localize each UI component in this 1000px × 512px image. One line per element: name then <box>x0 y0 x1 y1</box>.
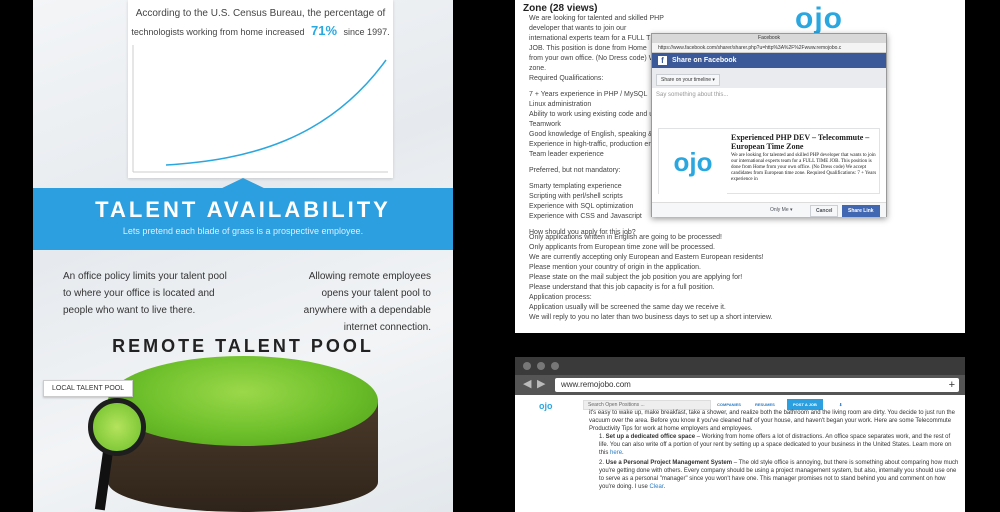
download-icon[interactable]: ⬇ <box>839 402 842 407</box>
job-text-line: Please understand that this job capacity… <box>529 284 715 291</box>
minimize-dot-icon[interactable] <box>537 362 545 370</box>
privacy-select[interactable]: Only Me ▾ <box>770 207 793 213</box>
job-text-line: Teamwork <box>529 121 561 128</box>
remote-policy-text: Allowing remote employees opens your tal… <box>303 271 431 333</box>
list-heading: Use a Personal Project Management System <box>605 460 733 466</box>
job-text-line: from your own office. (No Dress code) We <box>529 55 660 62</box>
list-link[interactable]: here <box>610 450 622 456</box>
fb-body: Say something about this... ojo Experien… <box>652 88 886 202</box>
job-description-bottom: Only applications written in English are… <box>529 233 949 323</box>
list-link[interactable]: Clear <box>650 484 664 490</box>
job-text-line: We are currently accepting only European… <box>529 254 764 261</box>
plus-icon[interactable]: + <box>949 378 955 392</box>
link-preview[interactable]: ojo Experienced PHP DEV – Telecommute – … <box>658 128 880 195</box>
message-input[interactable]: Say something about this... <box>656 92 728 98</box>
job-text-line: Preferred, but not mandatory: <box>529 167 621 174</box>
fb-footer: Only Me ▾ Cancel Share Link <box>652 202 886 217</box>
list-heading: Set up a dedicated office space <box>605 434 696 440</box>
job-title: Zone (28 views) <box>523 3 598 14</box>
job-text-line: zone. <box>529 65 547 72</box>
list-tail: . <box>663 484 666 490</box>
census-chart-card: According to the U.S. Census Bureau, the… <box>128 0 393 178</box>
list-number: 1. <box>599 434 606 440</box>
job-text-line: 7 + Years experience in PHP / MySQL <box>529 91 648 98</box>
browser-window: ◀ ▶ www.remojobo.com + ojo Search Open P… <box>515 357 965 512</box>
dialog-url[interactable]: https://www.facebook.com/sharer/sharer.p… <box>652 43 886 53</box>
magnifier-icon <box>88 398 146 456</box>
list-number: 2. <box>599 460 606 466</box>
article-intro: it's easy to wake up, make breakfast, ta… <box>589 410 955 432</box>
facebook-icon: f <box>658 56 667 65</box>
preview-description: We are looking for talented and skilled … <box>731 153 877 182</box>
job-text-line: We are looking for talented and skilled … <box>529 15 664 32</box>
job-text-line: Please mention your country of origin in… <box>529 264 701 271</box>
job-text-line: Ability to work using existing code and … <box>529 111 658 118</box>
banner-title: TALENT AVAILABILITY <box>95 197 391 222</box>
job-text-line: Experience in high-traffic, production e… <box>529 141 658 148</box>
timeline-select[interactable]: Share on your timeline ▾ <box>656 74 720 86</box>
job-description-top: We are looking for talented and skilled … <box>529 14 665 238</box>
list-item: 1. Set up a dedicated office space – Wor… <box>599 433 959 457</box>
list-item: 2. Use a Personal Project Management Sys… <box>599 459 959 491</box>
growth-curve <box>132 45 388 173</box>
job-text-line: Application usually will be screened the… <box>529 304 726 311</box>
job-text-line: Required Qualifications: <box>529 75 604 82</box>
browser-titlebar <box>515 357 965 375</box>
close-dot-icon[interactable] <box>523 362 531 370</box>
website-content: ojo Search Open Positions ... COMPANIES … <box>515 395 965 512</box>
infographic-panel: According to the U.S. Census Bureau, the… <box>33 0 453 512</box>
job-text-line: Please state on the mail subject the job… <box>529 274 743 281</box>
job-text-line: Good knowledge of English, speaking & <box>529 131 653 138</box>
list-tail: . <box>622 450 624 456</box>
job-text-line: Only applications written in English are… <box>529 234 722 241</box>
dialog-titlebar: Facebook <box>652 34 886 43</box>
maximize-dot-icon[interactable] <box>551 362 559 370</box>
grass-illustration <box>108 356 378 446</box>
forward-arrow-icon[interactable]: ▶ <box>537 377 545 390</box>
browser-toolbar: ◀ ▶ www.remojobo.com + <box>515 375 965 395</box>
job-page-window: Zone (28 views) ojo We are looking for t… <box>515 0 965 333</box>
office-policy-text: An office policy limits your talent pool… <box>63 271 227 316</box>
job-text-line: Only applicants from European time zone … <box>529 244 715 251</box>
preview-thumbnail: ojo <box>659 129 727 195</box>
ojo-logo: ojo <box>795 2 843 35</box>
fb-header: f Share on Facebook <box>652 53 886 68</box>
facebook-share-dialog: Facebook https://www.facebook.com/sharer… <box>651 33 887 217</box>
local-pool-label: LOCAL TALENT POOL <box>43 380 134 397</box>
job-text-line: Application process: <box>529 294 592 301</box>
job-text-line: Scripting with perl/shell scripts <box>529 193 623 200</box>
job-text-line: Smarty templating experience <box>529 183 622 190</box>
tips-list: 1. Set up a dedicated office space – Wor… <box>599 433 959 493</box>
nav-companies[interactable]: COMPANIES <box>717 402 741 407</box>
nav-resumes[interactable]: RESUMES <box>755 402 775 407</box>
pool-title: REMOTE TALENT POOL <box>112 336 374 356</box>
share-link-button[interactable]: Share Link <box>842 205 880 217</box>
back-arrow-icon[interactable]: ◀ <box>523 377 531 390</box>
address-bar[interactable]: www.remojobo.com + <box>555 378 959 392</box>
fb-header-title: Share on Facebook <box>672 57 737 64</box>
address-text: www.remojobo.com <box>561 380 631 389</box>
cancel-button[interactable]: Cancel <box>810 205 839 217</box>
job-text-line: international experts team for a FULL TI… <box>529 35 663 52</box>
preview-title: Experienced PHP DEV – Telecommute – Euro… <box>731 133 870 151</box>
job-text-line: Experience with CSS and Javascript <box>529 213 642 220</box>
job-text-line: Team leader experience <box>529 151 604 158</box>
banner-subtitle: Lets pretend each blade of grass is a pr… <box>122 226 364 236</box>
job-text-line: Linux administration <box>529 101 592 108</box>
job-text-line: Experience with SQL optimization <box>529 203 634 210</box>
site-logo[interactable]: ojo <box>539 401 553 411</box>
job-text-line: We will reply to you no later than two b… <box>529 314 773 321</box>
